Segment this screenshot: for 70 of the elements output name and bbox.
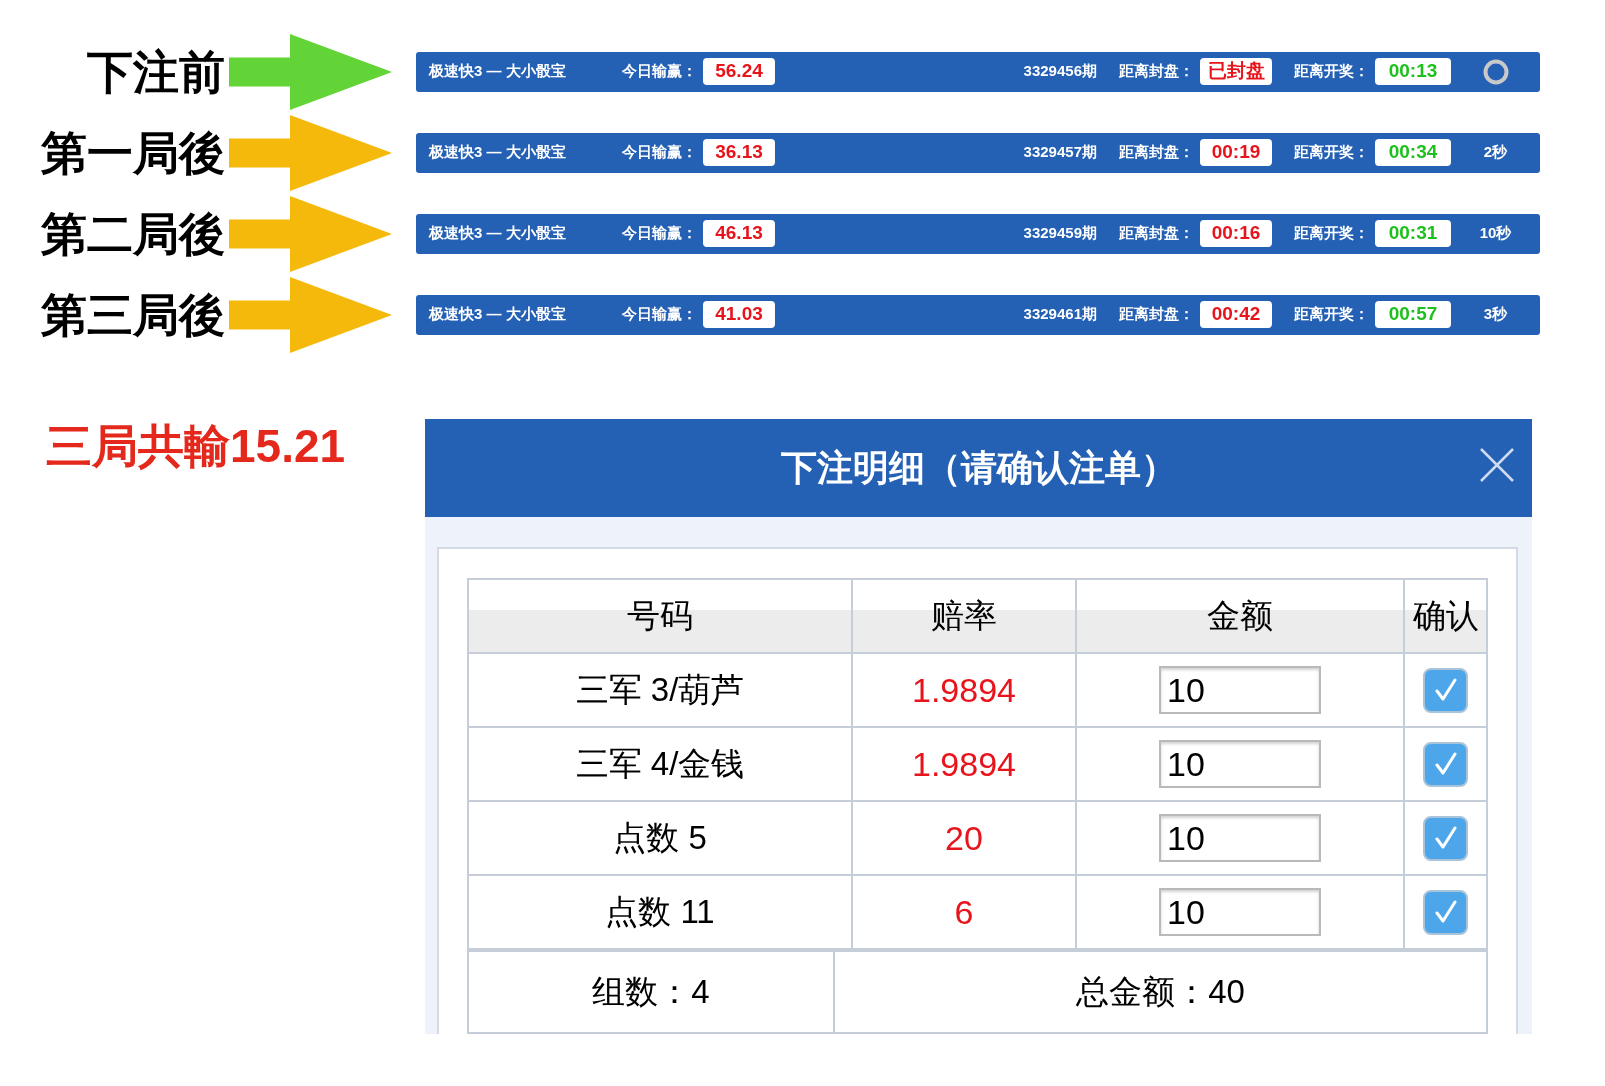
check-icon [1434,826,1457,850]
column-header: 赔率 [853,580,1075,652]
summary-cell: 总金额：40 [835,952,1486,1032]
period-number: 3329461期 [1023,304,1097,325]
draw-countdown-label: 距离开奖： [1294,223,1369,244]
table-cell: 1.9894 [853,654,1075,726]
amount-field[interactable]: 10 [1159,814,1321,862]
stage-label: 第三局後 [40,291,225,338]
profit-value: 56.24 [703,58,775,85]
game-title: 极速快3 — 大小骰宝 [429,61,567,82]
close-countdown-label: 距离封盘： [1119,223,1194,244]
close-countdown: 已封盘 [1200,58,1272,85]
draw-countdown: 00:34 [1375,139,1451,166]
stage-label: 第二局後 [40,210,225,257]
amount-field[interactable]: 10 [1159,666,1321,714]
close-countdown: 00:19 [1200,139,1272,166]
check-icon [1434,678,1457,702]
profit-label: 今日输赢： [622,142,697,163]
table-cell: 三军 3/葫芦 [469,654,851,726]
table-cell: 点数 11 [469,876,851,948]
summary-cell: 组数：4 [469,952,833,1032]
draw-countdown: 00:31 [1375,220,1451,247]
profit-value: 36.13 [703,139,775,166]
draw-countdown: 00:13 [1375,58,1451,85]
checkbox[interactable] [1423,889,1468,935]
game-title: 极速快3 — 大小骰宝 [429,142,567,163]
draw-countdown-label: 距离开奖： [1294,61,1369,82]
ring-icon [1482,58,1509,85]
close-countdown: 00:16 [1200,220,1272,247]
elapsed-time: 10秒 [1479,223,1512,244]
profit-label: 今日输赢： [622,223,697,244]
game-title: 极速快3 — 大小骰宝 [429,304,567,325]
amount-field[interactable]: 10 [1159,740,1321,788]
table-cell: 6 [853,876,1075,948]
close-countdown: 00:42 [1200,301,1272,328]
close-countdown-label: 距离封盘： [1119,61,1194,82]
column-header: 号码 [469,580,851,652]
elapsed-time: 2秒 [1483,142,1508,163]
draw-countdown-label: 距离开奖： [1294,142,1369,163]
profit-value: 41.03 [703,301,775,328]
checkbox[interactable] [1423,741,1468,787]
draw-countdown-label: 距离开奖： [1294,304,1369,325]
table-cell: 点数 5 [469,802,851,874]
period-number: 3329459期 [1023,223,1097,244]
table-cell: 三军 4/金钱 [469,728,851,800]
table-cell: 1.9894 [853,728,1075,800]
summary-text: 三局共輸15.21 [46,420,346,472]
profit-label: 今日输赢： [622,304,697,325]
profit-value: 46.13 [703,220,775,247]
period-number: 3329457期 [1023,142,1097,163]
check-icon [1434,900,1457,924]
table-cell: 20 [853,802,1075,874]
column-header: 确认 [1405,580,1486,652]
period-number: 3329456期 [1023,61,1097,82]
dialog-title: 下注明细（请确认注单） [780,446,1177,490]
close-button[interactable] [1479,447,1515,483]
close-countdown-label: 距离封盘： [1119,142,1194,163]
checkbox[interactable] [1423,815,1468,861]
close-countdown-label: 距离封盘： [1119,304,1194,325]
amount-field[interactable]: 10 [1159,888,1321,936]
stage-label: 下注前 [86,48,225,95]
profit-label: 今日输赢： [622,61,697,82]
game-title: 极速快3 — 大小骰宝 [429,223,567,244]
close-icon [1479,447,1515,483]
column-header: 金额 [1077,580,1403,652]
elapsed-time: 3秒 [1483,304,1508,325]
draw-countdown: 00:57 [1375,301,1451,328]
stage-label: 第一局後 [40,129,225,176]
check-icon [1434,752,1457,776]
checkbox[interactable] [1423,667,1468,713]
